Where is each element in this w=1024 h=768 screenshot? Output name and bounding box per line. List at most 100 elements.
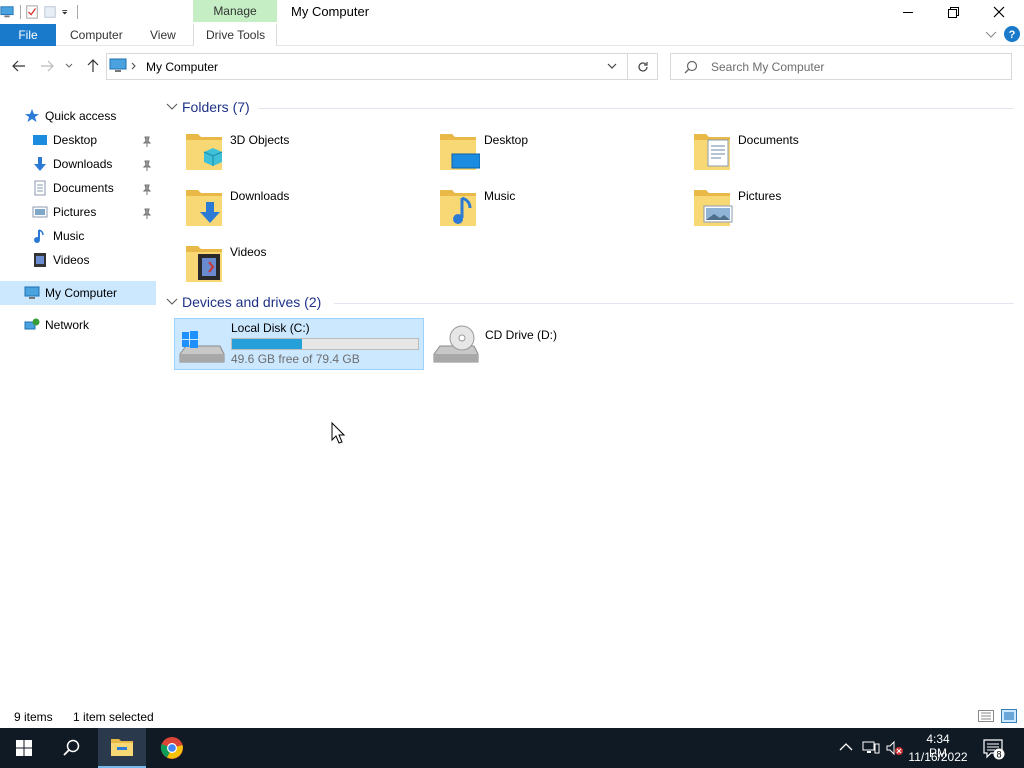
nav-item-my-computer[interactable]: My Computer — [24, 282, 117, 304]
start-button[interactable] — [0, 728, 48, 768]
pictures-icon — [32, 206, 48, 218]
properties-icon[interactable] — [25, 5, 39, 19]
search-taskbar-button[interactable] — [48, 728, 96, 768]
status-item-count: 9 items — [14, 710, 53, 724]
drive-label[interactable]: CD Drive (D:) — [485, 328, 557, 342]
star-icon — [25, 109, 39, 122]
folder-label: Downloads — [230, 189, 290, 203]
videos-icon — [34, 253, 46, 267]
music-icon — [34, 229, 44, 243]
minimize-icon — [903, 12, 913, 13]
breadcrumb-chevron-icon — [131, 62, 136, 70]
nav-item-music[interactable]: Music — [32, 225, 84, 247]
hard-drive-icon — [179, 331, 225, 363]
search-input[interactable]: Search My Computer — [711, 60, 824, 74]
taskbar-date[interactable]: 11/16/2022 — [906, 750, 970, 764]
folder-music[interactable]: Music — [438, 184, 678, 236]
help-icon[interactable]: ? — [1004, 26, 1020, 42]
chevron-down-icon — [65, 63, 73, 68]
desktop-icon — [33, 135, 47, 145]
cd-drive-icon[interactable] — [432, 322, 480, 366]
network-tray-icon[interactable] — [862, 740, 880, 756]
drive-usage-fill — [232, 339, 302, 349]
music-icon — [440, 190, 476, 226]
folder-pictures[interactable]: Pictures — [692, 184, 932, 236]
nav-label: Music — [53, 229, 85, 243]
up-button[interactable] — [83, 56, 103, 76]
chrome-taskbar-button[interactable] — [148, 728, 196, 768]
breadcrumb-current[interactable]: My Computer — [146, 60, 218, 74]
tab-view[interactable]: View — [150, 24, 176, 46]
restore-button[interactable] — [930, 0, 976, 24]
file-explorer-icon — [111, 739, 133, 756]
folder-desktop[interactable]: Desktop — [438, 128, 678, 180]
status-selection: 1 item selected — [73, 710, 154, 724]
drive-label: Local Disk (C:) — [231, 321, 310, 335]
mouse-cursor-icon — [331, 422, 345, 444]
refresh-button[interactable] — [628, 53, 658, 80]
group-divider — [258, 108, 1014, 109]
file-explorer-taskbar-button[interactable] — [98, 728, 146, 768]
manage-contextual-tab[interactable]: Manage — [193, 0, 277, 22]
details-view-icon[interactable] — [978, 710, 994, 722]
search-icon — [684, 60, 698, 74]
recent-locations-button[interactable] — [62, 56, 76, 76]
folder-documents[interactable]: Documents — [692, 128, 932, 180]
new-folder-icon[interactable] — [43, 5, 57, 19]
pin-icon[interactable] — [142, 160, 152, 172]
folders-group-header[interactable]: Folders (7) — [166, 99, 250, 115]
folder-label: Music — [484, 189, 516, 203]
nav-quick-access[interactable]: Quick access — [24, 105, 116, 127]
folder-label: Desktop — [484, 133, 529, 147]
action-center-icon[interactable]: 8 — [983, 738, 1005, 760]
nav-label: Documents — [53, 181, 114, 195]
documents-icon — [34, 180, 46, 196]
nav-item-network[interactable]: Network — [24, 314, 89, 336]
folder-3d-objects[interactable]: 3D Objects — [184, 128, 424, 180]
tab-computer[interactable]: Computer — [70, 24, 123, 46]
3d-objects-icon — [186, 134, 223, 170]
volume-muted-icon[interactable] — [886, 740, 904, 756]
window-title: My Computer — [291, 4, 370, 19]
nav-item-videos[interactable]: Videos — [32, 249, 89, 271]
drive-usage-bar — [231, 338, 419, 350]
group-title: Folders (7) — [182, 99, 250, 115]
computer-icon[interactable] — [0, 5, 14, 19]
chevron-down-icon — [166, 103, 178, 110]
pictures-icon — [694, 190, 733, 226]
pin-icon[interactable] — [142, 208, 152, 220]
computer-icon — [24, 286, 40, 299]
nav-label: Network — [45, 318, 90, 332]
pin-icon[interactable] — [142, 136, 152, 148]
nav-label: Downloads — [53, 157, 113, 171]
nav-item-pictures[interactable]: Pictures — [32, 201, 96, 223]
nav-label: Desktop — [53, 133, 98, 147]
arrow-right-icon — [41, 60, 54, 72]
chevron-up-icon[interactable] — [839, 742, 853, 752]
downloads-icon — [186, 190, 222, 226]
nav-item-desktop[interactable]: Desktop — [32, 129, 97, 151]
tab-file[interactable]: File — [0, 24, 56, 46]
expand-ribbon-icon[interactable] — [985, 30, 997, 40]
minimize-button[interactable] — [885, 0, 931, 24]
refresh-icon — [637, 61, 648, 72]
back-button[interactable] — [9, 56, 29, 76]
large-icons-view-icon[interactable] — [1001, 709, 1017, 723]
forward-button[interactable] — [37, 56, 57, 76]
windows-logo-icon — [16, 740, 32, 756]
folder-videos[interactable]: Videos — [184, 240, 424, 292]
close-icon — [993, 6, 1005, 18]
nav-item-downloads[interactable]: Downloads — [32, 153, 112, 175]
customize-qat-icon[interactable] — [61, 5, 71, 19]
arrow-left-icon — [12, 60, 25, 72]
restore-icon — [947, 6, 959, 18]
nav-item-documents[interactable]: Documents — [32, 177, 114, 199]
close-button[interactable] — [976, 0, 1022, 24]
tab-drive-tools[interactable]: Drive Tools — [206, 24, 265, 46]
drives-group-header[interactable]: Devices and drives (2) — [166, 294, 321, 310]
folder-downloads[interactable]: Downloads — [184, 184, 424, 236]
group-title: Devices and drives (2) — [182, 294, 322, 310]
pin-icon[interactable] — [142, 184, 152, 196]
documents-icon — [694, 134, 730, 170]
address-dropdown-icon[interactable] — [607, 63, 617, 70]
